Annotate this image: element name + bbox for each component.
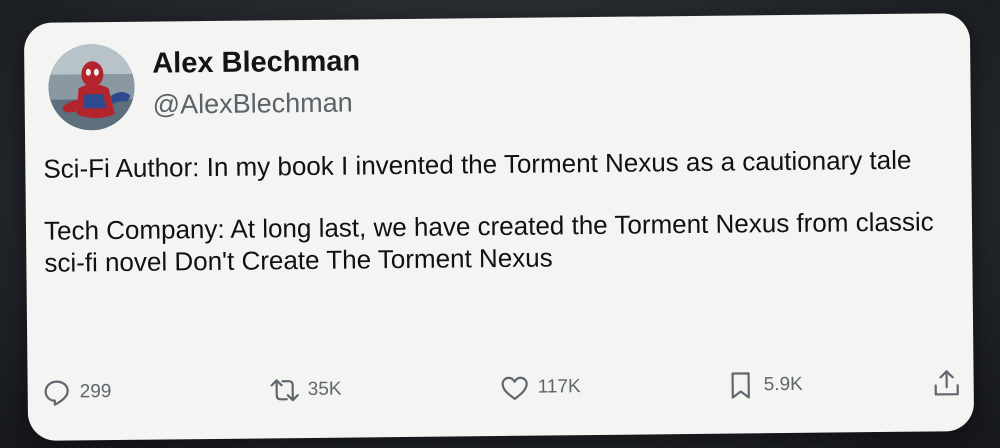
- retweet-button[interactable]: 35K: [269, 370, 342, 411]
- author-handle[interactable]: @AlexBlechman: [153, 88, 353, 121]
- reply-count: 299: [79, 381, 112, 403]
- tweet-text: Sci-Fi Author: In my book I invented the…: [43, 143, 955, 309]
- reply-icon: [44, 380, 69, 406]
- bookmark-icon: [731, 372, 750, 399]
- share-icon: [934, 370, 959, 396]
- reply-button[interactable]: 299: [42, 372, 112, 413]
- like-button[interactable]: 117K: [499, 367, 581, 408]
- bookmark-button[interactable]: 5.9K: [725, 365, 803, 406]
- avatar[interactable]: [48, 43, 135, 131]
- bookmark-count: 5.9K: [763, 373, 803, 396]
- author-name[interactable]: Alex Blechman: [152, 45, 360, 80]
- share-button[interactable]: [931, 363, 961, 403]
- tweet-card: Alex Blechman @AlexBlechman Sci-Fi Autho…: [23, 13, 975, 441]
- action-bar: 299 35K 117K 5.9K: [42, 363, 962, 413]
- avatar-image: [48, 43, 135, 131]
- heart-icon: [501, 376, 528, 400]
- tweet-paragraph: Sci-Fi Author: In my book I invented the…: [43, 144, 912, 184]
- tweet-paragraph: Tech Company: At long last, we have crea…: [43, 206, 934, 278]
- retweet-count: 35K: [307, 378, 342, 401]
- retweet-icon: [270, 379, 299, 402]
- like-count: 117K: [537, 376, 581, 398]
